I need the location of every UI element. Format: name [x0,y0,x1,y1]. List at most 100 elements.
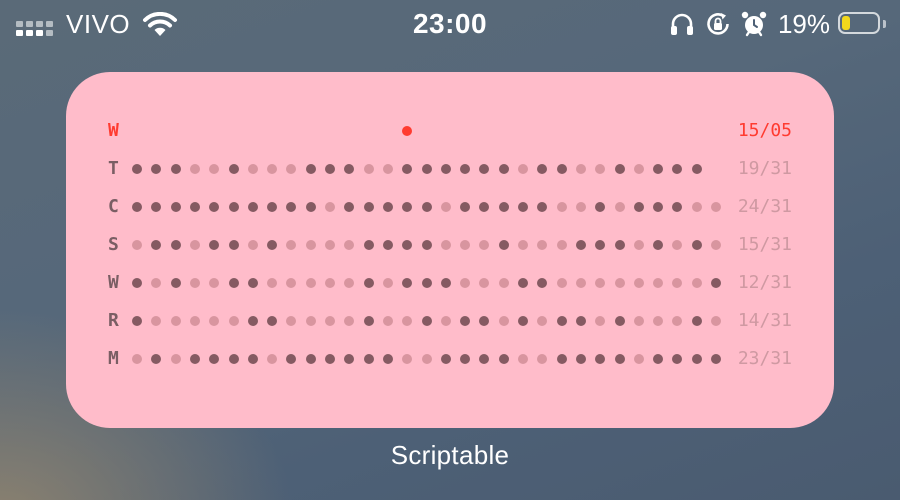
orientation-lock-icon [707,13,729,35]
habit-dot-done [267,316,278,326]
habit-count: 19/31 [737,158,792,179]
habit-dot-done [460,202,471,212]
habit-dot-missed [633,278,644,288]
habit-dot-done [209,240,220,250]
habit-dot-missed [633,240,644,250]
habit-dot-done [228,202,239,212]
habit-dot-track [132,268,722,298]
habit-dot-done [479,164,490,174]
habit-dot-done [132,164,142,174]
habit-dot-missed [460,278,471,288]
habit-dot-missed [382,278,393,288]
habit-day-letter: R [108,310,119,331]
habit-dot-missed [595,164,606,174]
habit-day-letter: W [108,272,119,293]
habit-dot-done [633,202,644,212]
habit-dot-done [440,164,451,174]
habit-dot-done [151,202,162,212]
habit-dot-done [691,316,702,326]
habit-dot-done [691,354,702,364]
habit-tracker-widget[interactable]: W 15/05 T 19/31 C 24/31 S 15/31 W 12/31 R 14/31 M 2… [66,72,834,428]
habit-dot-done [653,354,664,364]
habit-dot-missed [228,316,239,326]
habit-dot-done [518,202,528,212]
current-date: 15/05 [737,120,792,141]
habit-dot-missed [537,316,548,326]
habit-dot-missed [151,316,162,326]
habit-dot-missed [286,316,297,326]
habit-count: 15/31 [737,234,792,255]
habit-dot-missed [653,316,664,326]
habit-dot-done [189,354,200,364]
habit-dot-missed [498,316,509,326]
habit-dot-missed [537,240,548,250]
habit-count: 14/31 [737,310,792,331]
current-day-dot [402,126,413,136]
habit-dot-done [672,202,683,212]
habit-dot-done [460,354,471,364]
habit-dot-done [595,202,606,212]
habit-dot-missed [363,164,374,174]
habit-dot-done [382,202,393,212]
habit-dot-missed [711,316,721,326]
habit-dot-done [170,240,181,250]
habit-dot-missed [518,240,528,250]
habit-dot-done [402,164,413,174]
habit-dot-track [132,192,722,222]
habit-dot-missed [672,316,683,326]
habit-dot-done [614,240,625,250]
habit-dot-done [498,164,509,174]
habit-row: W 12/31 [66,268,834,298]
habit-dot-done [363,354,374,364]
habit-dot-done [556,316,567,326]
habit-dot-done [286,202,297,212]
habit-dot-missed [209,164,220,174]
habit-dot-done [460,164,471,174]
habit-dot-done [189,202,200,212]
habit-dot-done [228,240,239,250]
habit-dot-done [537,202,548,212]
habit-dot-track [132,306,722,336]
habit-dot-missed [344,240,355,250]
habit-dot-missed [518,354,528,364]
habit-dot-done [209,354,220,364]
habit-dot-done [402,202,413,212]
habit-dot-missed [344,316,355,326]
habit-dot-done [556,164,567,174]
widget-header-row: W 15/05 [66,116,834,146]
habit-dot-missed [421,354,432,364]
habit-dot-missed [633,354,644,364]
habit-dot-done [247,354,258,364]
habit-dot-missed [189,240,200,250]
habit-dot-missed [189,316,200,326]
habit-count: 12/31 [737,272,792,293]
habit-dot-missed [189,164,200,174]
habit-dot-done [228,278,239,288]
habit-dot-done [614,164,625,174]
habit-dot-done [305,202,316,212]
habit-dot-missed [672,278,683,288]
habit-dot-done [653,202,664,212]
habit-dot-track [132,344,722,374]
alarm-icon [741,11,767,37]
habit-dot-done [170,164,181,174]
battery-icon [838,12,886,36]
habit-dot-missed [402,354,413,364]
habit-dot-missed [440,202,451,212]
habit-dot-done [537,164,548,174]
habit-dot-missed [575,278,586,288]
habit-count: 23/31 [737,348,792,369]
habit-dot-done [267,240,278,250]
habit-dot-done [325,164,335,174]
habit-dot-missed [595,316,606,326]
habit-day-letter: C [108,196,119,217]
habit-dot-track [132,230,722,260]
habit-day-letter: M [108,348,119,369]
habit-dot-done [363,240,374,250]
habit-dot-missed [267,278,278,288]
habit-dot-missed [479,278,490,288]
habit-dot-missed [325,240,335,250]
habit-dot-missed [672,240,683,250]
habit-dot-done [344,202,355,212]
habit-count: 24/31 [737,196,792,217]
